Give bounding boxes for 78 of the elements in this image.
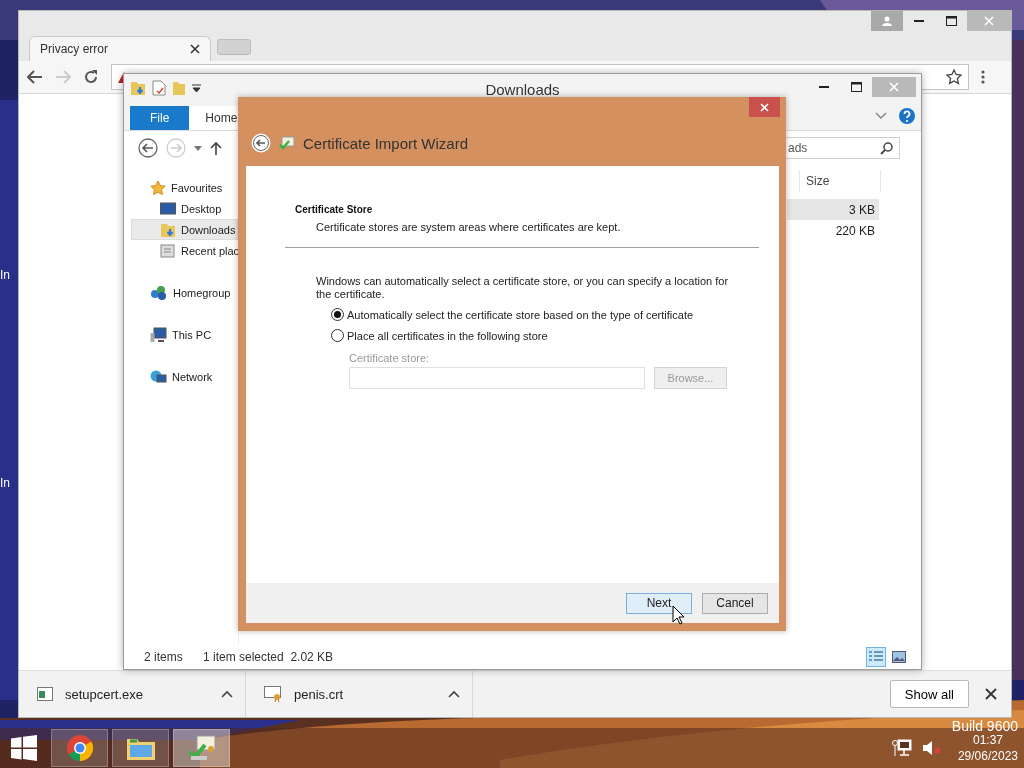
sidebar-item[interactable]: Homegroup xyxy=(124,282,238,303)
instructions: Windows can automatically select a certificate store, or you can specify a location for the certificate. xyxy=(316,275,730,301)
sidebar-item[interactable]: This PC xyxy=(124,324,238,345)
desktop-icon-label: In xyxy=(0,268,10,282)
back-icon[interactable] xyxy=(27,70,43,84)
sidebar-item[interactable]: Favourites xyxy=(124,177,238,198)
build-label: Build 9600 xyxy=(951,718,1018,734)
maximize-icon xyxy=(850,82,862,92)
file-size-cell[interactable]: 220 KB xyxy=(787,220,879,241)
chevron-up-icon[interactable] xyxy=(221,690,233,698)
download-item[interactable]: penis.crt xyxy=(246,671,473,717)
chevron-up-icon[interactable] xyxy=(448,690,460,698)
close-icon xyxy=(760,102,769,112)
close-icon[interactable] xyxy=(190,44,200,54)
browser-tab[interactable]: Privacy error xyxy=(29,36,211,61)
column-header[interactable]: Size xyxy=(799,170,881,192)
download-item[interactable]: setupcert.exe xyxy=(19,671,246,717)
selection-info: 1 item selected 2.02 KB xyxy=(203,650,334,664)
desktop-icon-label: In xyxy=(0,476,10,490)
person-icon xyxy=(882,16,892,26)
sidebar-item[interactable]: Network xyxy=(124,366,238,387)
cancel-button[interactable]: Cancel xyxy=(702,592,768,614)
program-icon xyxy=(37,687,53,701)
close-icon xyxy=(984,16,994,26)
taskbar-button[interactable] xyxy=(173,729,230,767)
computer-icon xyxy=(150,326,167,343)
chevron-down-icon[interactable] xyxy=(875,112,887,120)
muted-speaker-icon[interactable] xyxy=(921,739,942,757)
dropdown-icon[interactable] xyxy=(192,84,201,92)
folder-download-icon xyxy=(160,221,176,238)
taskbar-button[interactable] xyxy=(51,729,108,767)
sidebar-item[interactable]: Recent plac xyxy=(124,240,238,261)
search-icon xyxy=(880,141,893,155)
ribbon-tab[interactable]: File xyxy=(130,106,190,130)
file-size-cell[interactable]: 3 KB xyxy=(787,199,879,220)
certificate-icon xyxy=(186,734,217,762)
taskbar-button[interactable] xyxy=(112,729,169,767)
certificate-icon xyxy=(279,136,295,150)
next-button[interactable]: Next xyxy=(626,592,692,614)
star-icon[interactable] xyxy=(946,69,962,85)
close-icon[interactable] xyxy=(985,688,997,700)
network-icon[interactable] xyxy=(891,739,912,757)
clock[interactable]: 01:37 29/06/2023 xyxy=(957,732,1018,764)
monitor-icon xyxy=(160,201,176,216)
show-all-button[interactable]: Show all xyxy=(889,680,969,708)
browser-icon xyxy=(65,734,94,762)
picture-thumbnail-icon xyxy=(892,651,906,663)
item-count: 2 items xyxy=(144,650,184,664)
up-arrow-icon[interactable] xyxy=(210,141,222,155)
minimize-icon xyxy=(819,85,829,89)
certificate-icon xyxy=(264,686,282,702)
radio-option[interactable]: Automatically select the certificate store based on the type of certificate xyxy=(331,308,759,321)
menu-icon[interactable] xyxy=(981,70,985,84)
pointer-icon xyxy=(672,605,685,625)
list-icon xyxy=(869,651,883,663)
radio-button[interactable] xyxy=(331,308,344,321)
sidebar-item[interactable]: Downloads xyxy=(131,219,238,240)
section-description: Certificate stores are system areas where certificates are kept. xyxy=(316,221,622,233)
field-label: Certificate store: xyxy=(349,352,431,364)
minimize-icon xyxy=(914,19,924,23)
folder-download-icon[interactable] xyxy=(130,80,146,96)
homegroup-icon xyxy=(150,284,168,301)
reload-icon[interactable] xyxy=(83,69,99,85)
star-icon xyxy=(150,179,166,196)
sidebar-item[interactable]: Desktop xyxy=(124,198,238,219)
window-title: Downloads xyxy=(485,81,560,98)
windows-logo-icon[interactable] xyxy=(11,735,37,761)
network-icon xyxy=(150,368,167,385)
back-icon[interactable] xyxy=(138,138,158,158)
close-icon xyxy=(889,82,899,92)
maximize-icon xyxy=(945,16,957,26)
radio-button[interactable] xyxy=(331,329,344,342)
wizard-title: Certificate Import Wizard xyxy=(303,134,469,152)
close-button[interactable] xyxy=(749,97,780,117)
document-icon[interactable] xyxy=(152,80,166,96)
help-icon[interactable] xyxy=(899,108,915,124)
section-heading: Certificate Store xyxy=(295,204,374,215)
radio-option[interactable]: Place all certificates in the following store xyxy=(331,329,759,342)
